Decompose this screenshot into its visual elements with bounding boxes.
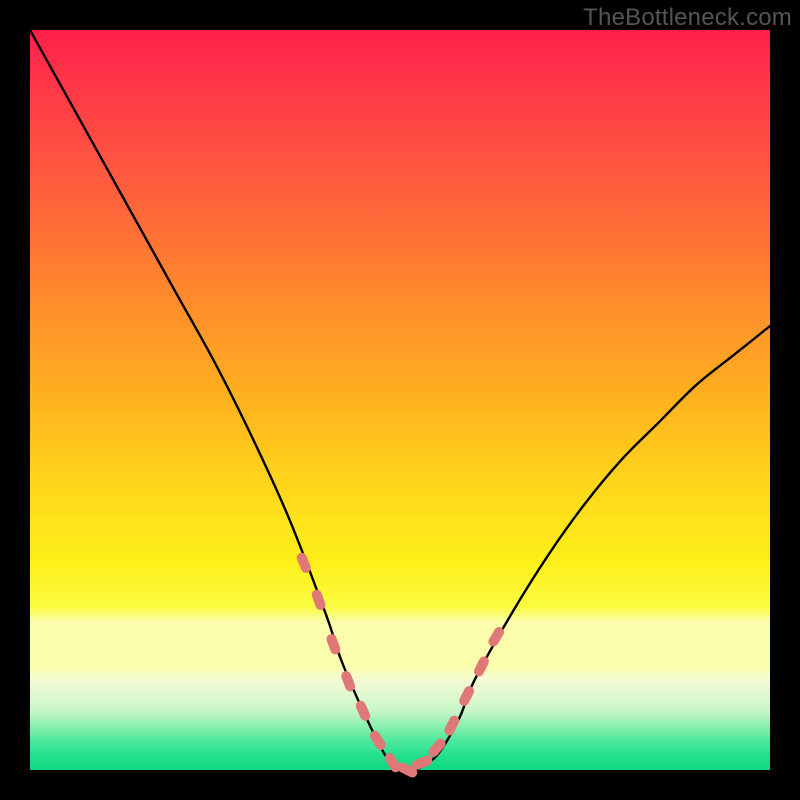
plot-area [30,30,770,770]
marker-point [479,661,484,671]
curve-layer [30,30,770,772]
curve-svg [30,30,770,770]
marker-point [361,706,366,716]
marker-point [464,691,469,701]
chart-frame: TheBottleneck.com [0,0,800,800]
marker-point [317,595,321,605]
marker-layer [302,558,499,773]
marker-point [346,676,350,686]
marker-point [493,632,499,641]
marker-point [331,639,335,649]
marker-point [417,761,427,765]
marker-point [375,736,381,745]
marker-point [390,758,396,767]
marker-point [449,721,454,731]
marker-point [433,744,440,752]
bottleneck-curve [30,30,770,772]
watermark-text: TheBottleneck.com [583,4,792,32]
marker-point [302,558,306,568]
marker-point [402,768,412,773]
